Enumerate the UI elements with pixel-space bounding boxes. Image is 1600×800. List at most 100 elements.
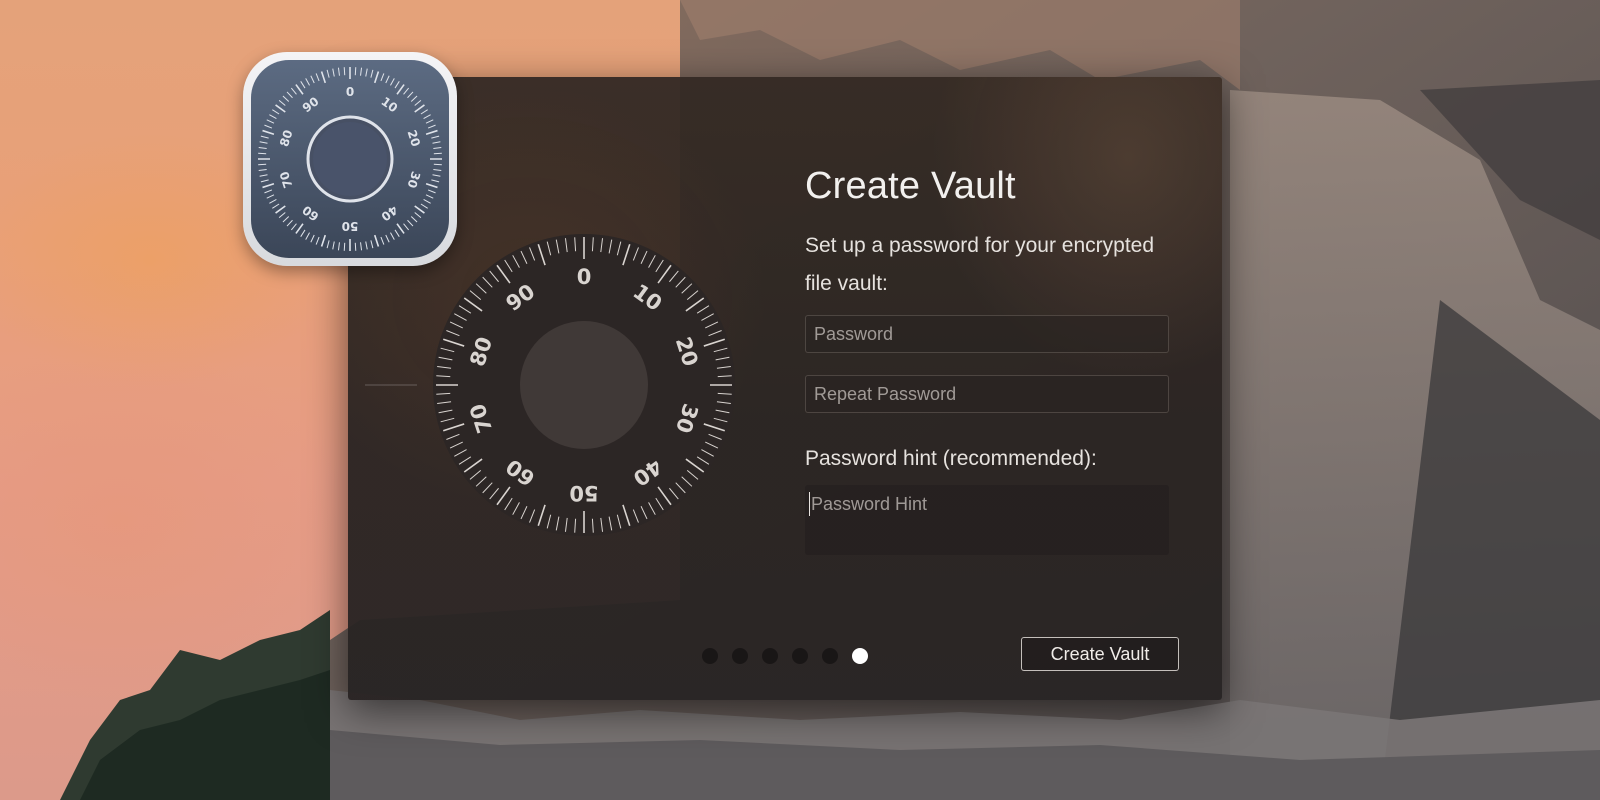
dial-tick: [385, 234, 390, 243]
dial-tick: [425, 119, 434, 124]
dial-tick: [332, 241, 335, 250]
dial-tick: [394, 81, 400, 89]
dial-number: 0: [346, 85, 354, 99]
app-icon-face: 0 10 20 30 40 50 60 70 80 90: [251, 60, 449, 258]
dial-tick: [425, 182, 438, 189]
dial-tick: [260, 179, 269, 183]
dial-tick: [258, 146, 267, 149]
dial-tick: [423, 114, 431, 119]
dial-number: 80: [277, 128, 295, 148]
dial-tick: [425, 129, 438, 136]
combination-dial: 0102030405060708090: [433, 234, 735, 536]
dial-tick: [354, 242, 357, 251]
dial-tick: [373, 71, 380, 84]
dial-number: 90: [300, 94, 322, 115]
dial-tick: [410, 95, 418, 102]
dial-tick: [278, 212, 286, 219]
dial-number: 20: [404, 128, 422, 148]
dial-tick: [300, 81, 306, 89]
create-vault-window: 0 10 20 30 40 50 60 70 80 90 Create Vault Set up …: [348, 77, 1222, 700]
dial-tick: [295, 84, 304, 95]
dial-tick: [414, 99, 422, 106]
page-indicator: [702, 648, 868, 664]
dial-tick: [414, 205, 425, 214]
password-field[interactable]: [805, 315, 1169, 353]
dial-indicator-line: [365, 384, 417, 386]
page-dot[interactable]: [702, 648, 718, 664]
dial-tick: [259, 174, 268, 177]
dial-tick: [390, 78, 395, 86]
dial-tick: [275, 205, 286, 214]
dial-number: 40: [379, 203, 401, 224]
dial-tick: [264, 189, 273, 194]
dial-tick: [427, 189, 436, 194]
combination-lock-icon: 0 1020 3040 50 6070 8090: [258, 67, 442, 251]
page-dot[interactable]: [762, 648, 778, 664]
dial-tick: [403, 223, 410, 231]
dial-tick: [433, 152, 442, 155]
dial-tick: [300, 229, 306, 237]
dial-tick: [310, 75, 315, 84]
dial-tick: [385, 75, 390, 84]
dial-tick: [365, 241, 368, 250]
dial-tick: [258, 169, 267, 172]
dial-tick: [432, 174, 441, 177]
dial-number: 50: [569, 481, 598, 505]
dial-tick: [373, 234, 380, 247]
dial-tick: [360, 67, 363, 76]
dial-tick: [258, 152, 267, 155]
dial-tick: [282, 95, 290, 102]
dial-tick: [286, 91, 293, 99]
dial-tick: [423, 199, 431, 204]
password-hint-field[interactable]: [805, 485, 1169, 555]
page-dot[interactable]: [732, 648, 748, 664]
dial-tick: [431, 135, 440, 139]
dial-tick: [414, 212, 422, 219]
dial-tick: [272, 109, 280, 115]
dial-tick: [269, 199, 277, 204]
dial-tick: [380, 236, 385, 245]
dial-number: 0: [577, 265, 592, 289]
page-dot-active[interactable]: [852, 648, 868, 664]
dial-tick: [420, 109, 428, 115]
dial-tick: [396, 223, 405, 234]
dial-tick: [305, 78, 310, 86]
dial-tick: [315, 73, 320, 82]
dial-tick: [343, 242, 346, 251]
dial-tick: [272, 203, 280, 209]
dial-tick: [266, 194, 275, 199]
dial-tick: [295, 223, 304, 234]
page-title: Create Vault: [805, 165, 1016, 207]
icon-dial-knob-inner: [313, 122, 387, 196]
dial-number: 50: [342, 219, 359, 233]
password-hint-label: Password hint (recommended):: [805, 447, 1097, 470]
dial-tick: [320, 234, 327, 247]
repeat-password-field[interactable]: [805, 375, 1169, 413]
dial-tick: [269, 114, 277, 119]
dial-tick: [262, 129, 275, 136]
dial-tick: [433, 163, 442, 166]
dial-tick: [326, 240, 330, 249]
dial-tick: [326, 69, 330, 78]
dial-tick: [260, 135, 269, 139]
dial-tick: [360, 242, 363, 251]
dial-tick: [427, 124, 436, 129]
dial-tick: [414, 104, 425, 113]
dial-tick: [432, 141, 441, 144]
dial-tick: [403, 87, 410, 95]
page-subtitle: Set up a password for your encrypted fil…: [805, 234, 1155, 295]
dial-tick: [258, 163, 267, 166]
dial-tick: [370, 69, 374, 78]
page-dot[interactable]: [792, 648, 808, 664]
dial-number: 10: [379, 94, 401, 115]
dial-tick: [315, 236, 320, 245]
dial-tick: [431, 179, 440, 183]
dial-tick: [433, 169, 442, 172]
dial-tick: [425, 194, 434, 199]
dial-tick: [275, 104, 286, 113]
dial-tick: [396, 84, 405, 95]
create-vault-button[interactable]: Create Vault: [1021, 637, 1179, 671]
dial-tick: [410, 216, 418, 223]
dial-center-knob: [520, 321, 648, 449]
page-dot[interactable]: [822, 648, 838, 664]
